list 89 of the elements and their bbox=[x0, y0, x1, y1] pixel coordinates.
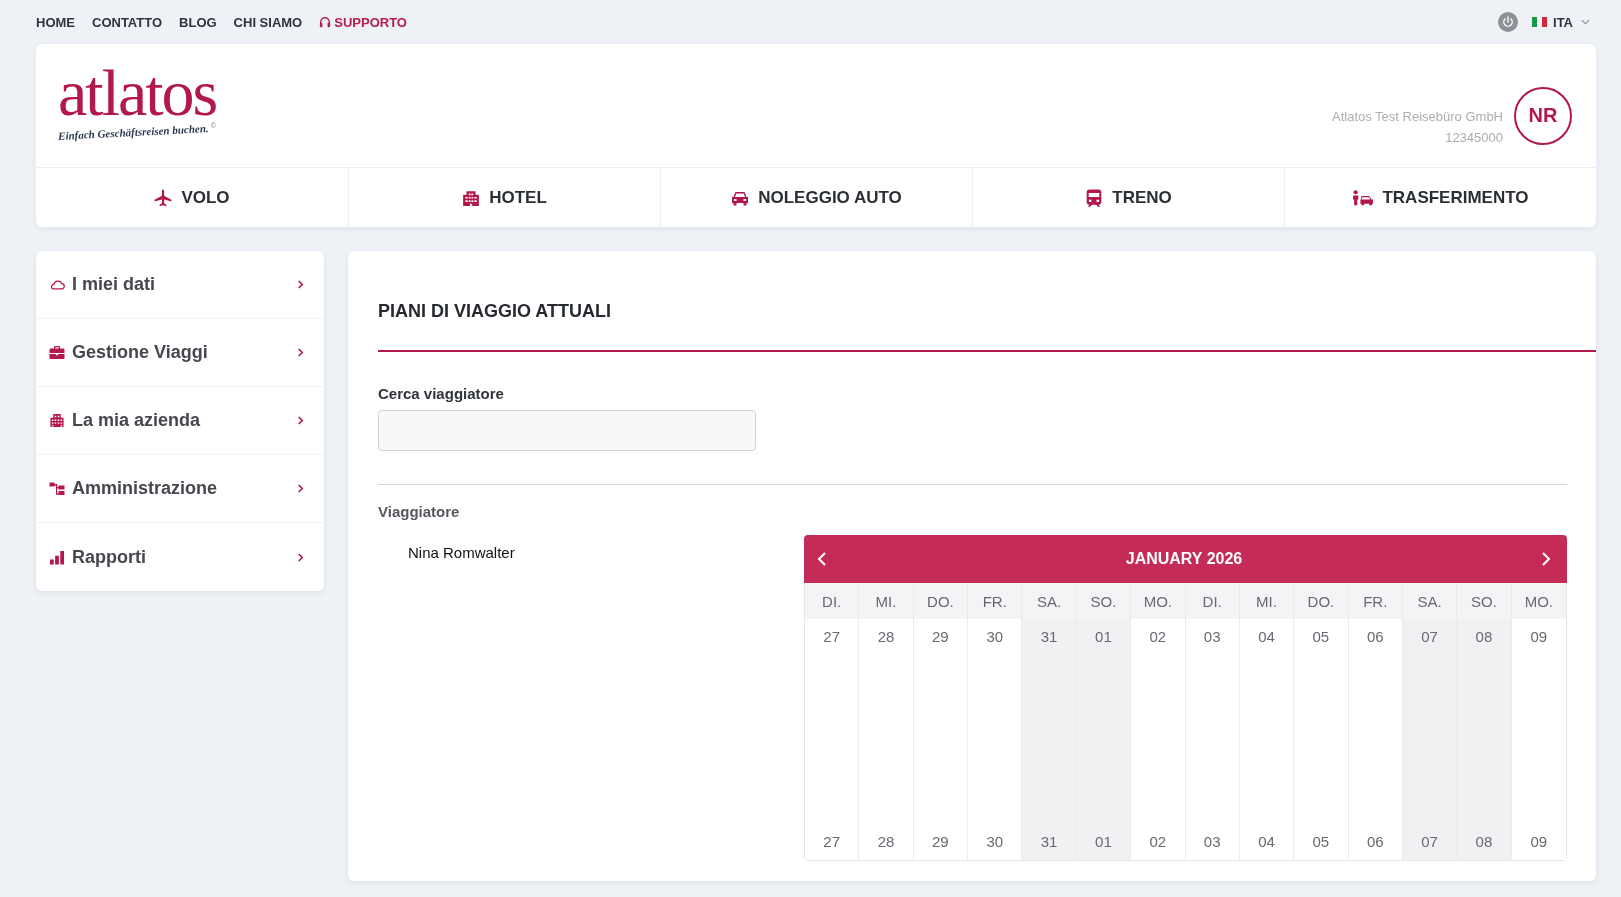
date-label: 27 bbox=[823, 832, 840, 852]
person-car-icon bbox=[1352, 188, 1374, 207]
sidebar-item[interactable]: Amministrazione bbox=[36, 455, 324, 523]
date-label: 30 bbox=[986, 627, 1004, 647]
date-label: 05 bbox=[1312, 832, 1330, 852]
date-label: 27 bbox=[823, 627, 840, 647]
date-label: 29 bbox=[932, 627, 949, 647]
nav-link[interactable]: CHI SIAMO bbox=[233, 14, 303, 30]
hierarchy-icon bbox=[49, 481, 65, 496]
search-field[interactable] bbox=[378, 410, 756, 451]
nav-link[interactable]: BLOG bbox=[179, 14, 217, 30]
bar-chart-icon bbox=[49, 549, 65, 565]
caret-icon bbox=[1581, 19, 1590, 25]
date-label: 02 bbox=[1149, 832, 1167, 852]
date-label: 30 bbox=[986, 832, 1004, 852]
date-label: 28 bbox=[877, 627, 895, 647]
traveler-name[interactable]: Nina Romwalter bbox=[408, 543, 515, 563]
weekday-header: SA. bbox=[1402, 583, 1457, 619]
date-label: 06 bbox=[1366, 627, 1384, 647]
date-label: 02 bbox=[1149, 627, 1167, 647]
date-label: 09 bbox=[1530, 832, 1548, 852]
headset-icon bbox=[319, 16, 332, 28]
chevron-right-icon[interactable] bbox=[1541, 551, 1551, 567]
power-icon[interactable] bbox=[1498, 12, 1518, 32]
weekday-header: FR. bbox=[1348, 583, 1402, 619]
sidebar-item[interactable]: La mia azienda bbox=[36, 387, 324, 455]
nav-link[interactable]: HOME bbox=[36, 14, 75, 30]
date-label: 31 bbox=[1040, 832, 1058, 852]
service-tab[interactable]: TRENO bbox=[972, 168, 1284, 227]
date-label: 29 bbox=[932, 832, 949, 852]
weekday-header: SA. bbox=[1022, 583, 1076, 619]
date-label: 08 bbox=[1475, 832, 1493, 852]
weekday-header: DO. bbox=[913, 583, 968, 619]
date-label: 03 bbox=[1203, 832, 1221, 852]
weekday-header: DI. bbox=[1185, 583, 1239, 619]
sidebar-item[interactable]: Gestione Viaggi bbox=[36, 319, 324, 387]
date-label: 06 bbox=[1366, 832, 1384, 852]
chevron-right-icon bbox=[297, 483, 304, 494]
date-label: 05 bbox=[1312, 627, 1330, 647]
weekday-header: DO. bbox=[1294, 583, 1348, 619]
nav-link[interactable]: SUPPORTO bbox=[319, 14, 407, 30]
date-label: 08 bbox=[1475, 627, 1493, 647]
service-tab[interactable]: NOLEGGIO AUTO bbox=[660, 168, 972, 227]
building-icon bbox=[462, 188, 481, 207]
cloud-icon bbox=[49, 277, 65, 292]
service-tab[interactable]: HOTEL bbox=[348, 168, 660, 227]
weekday-header: SO. bbox=[1076, 583, 1131, 619]
weekday-header: MI. bbox=[1239, 583, 1294, 619]
chevron-left-icon[interactable] bbox=[817, 551, 827, 567]
chevron-right-icon bbox=[297, 279, 304, 290]
date-label: 07 bbox=[1421, 832, 1438, 852]
weekday-header: FR. bbox=[968, 583, 1022, 619]
customer-number: 12345000 bbox=[1445, 128, 1503, 147]
service-tab[interactable]: TRASFERIMENTO bbox=[1284, 168, 1596, 227]
service-tab[interactable]: VOLO bbox=[36, 168, 348, 227]
airplane-icon bbox=[154, 188, 173, 207]
weekday-header: DI. bbox=[805, 583, 859, 619]
weekday-header: MI. bbox=[859, 583, 913, 619]
language-selector[interactable]: ITA bbox=[1532, 14, 1590, 30]
date-label: 09 bbox=[1530, 627, 1548, 647]
weekday-header: MO. bbox=[1511, 583, 1566, 619]
date-label: 04 bbox=[1258, 832, 1275, 852]
date-label: 07 bbox=[1421, 627, 1438, 647]
date-label: 01 bbox=[1095, 832, 1112, 852]
sidebar-item[interactable]: I miei dati bbox=[36, 251, 324, 319]
train-icon bbox=[1085, 188, 1104, 207]
column-heading: Viaggiatore bbox=[378, 502, 461, 522]
month-title: JANUARY 2026 bbox=[1125, 550, 1243, 568]
flag-icon bbox=[1532, 17, 1547, 27]
date-label: 31 bbox=[1040, 627, 1058, 647]
field-label: Cerca viaggiatore bbox=[378, 384, 505, 404]
weekday-header: MO. bbox=[1131, 583, 1185, 619]
section-title: PIANI DI VIAGGIO ATTUALI bbox=[378, 300, 612, 323]
date-label: 04 bbox=[1258, 627, 1275, 647]
date-label: 03 bbox=[1203, 627, 1221, 647]
user-avatar[interactable]: NR bbox=[1514, 86, 1572, 145]
chevron-right-icon bbox=[297, 551, 304, 563]
logo-tagline: Einfach Geschäftsreisen buchen. bbox=[57, 121, 209, 142]
sidebar-item[interactable]: Rapporti bbox=[36, 523, 324, 591]
chevron-right-icon bbox=[297, 347, 304, 358]
company-name: Atlatos Test Reisebüro GmbH bbox=[1332, 107, 1503, 126]
briefcase-icon bbox=[49, 345, 65, 360]
date-label: 01 bbox=[1095, 627, 1112, 647]
logo-wordmark[interactable]: atlatos bbox=[58, 65, 217, 120]
building-icon bbox=[49, 413, 65, 428]
date-label: 28 bbox=[877, 832, 895, 852]
nav-link[interactable]: CONTATTO bbox=[92, 14, 163, 30]
chevron-right-icon bbox=[297, 415, 304, 426]
weekday-header: SO. bbox=[1457, 583, 1511, 619]
